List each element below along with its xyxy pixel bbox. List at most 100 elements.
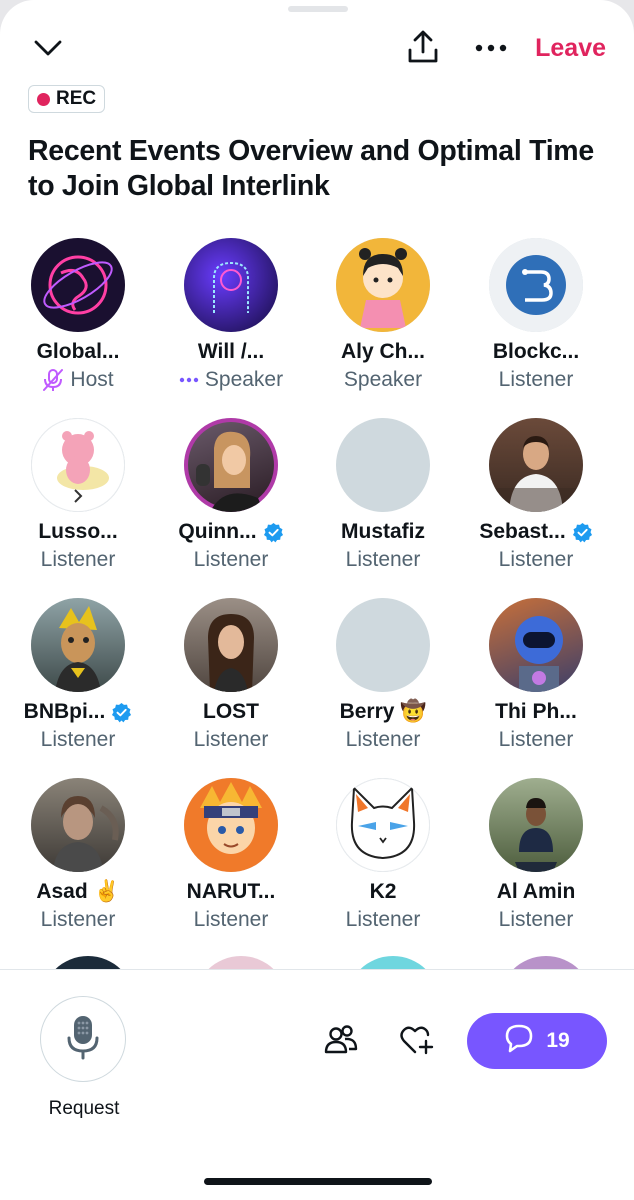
participant-role-row: Listener [307,546,459,574]
microphone-icon [65,1014,101,1065]
leave-button[interactable]: Leave [535,34,606,63]
recording-label: REC [56,88,97,109]
participant-card[interactable]: Thi Ph... Listener [460,598,612,754]
participant-card[interactable]: BNBpi... Listener [2,598,154,754]
participant-card[interactable]: Lusso... Listener [2,418,154,574]
avatar[interactable] [336,598,430,692]
home-indicator[interactable] [204,1178,432,1185]
avatar[interactable] [336,418,430,512]
request-button[interactable] [40,996,126,1082]
participant-name-row: BNBpi... [2,698,154,726]
participant-role-row: Listener [460,366,612,394]
participant-role-row: Listener [2,906,154,934]
avatar[interactable] [489,238,583,332]
chat-count: 19 [546,1029,570,1052]
participant-role: Listener [345,548,421,571]
avatar[interactable] [184,598,278,692]
participant-name: BNBpi... [23,700,106,723]
participant-name-row: Lusso... [2,518,154,546]
participant-name-row: Asad ✌️ [2,878,154,906]
participant-card[interactable]: Mustafiz Listener [307,418,459,574]
avatar[interactable] [489,598,583,692]
avatar[interactable] [336,238,430,332]
participant-role-row: Listener [2,546,154,574]
sheet-grabber[interactable] [288,6,348,12]
verified-badge-icon [263,522,283,542]
participant-name: Will /... [197,340,265,363]
share-icon[interactable] [404,28,442,66]
participant-name-row: Quinn... [155,518,307,546]
participant-name-row: Blockc... [460,338,612,366]
participant-card[interactable]: Al Amin Listener [460,778,612,934]
chat-bubble-icon [504,1023,534,1059]
participant-card[interactable]: Blockc... Listener [460,238,612,394]
participant-name: NARUT... [186,880,276,903]
speaking-dots-icon [179,377,199,383]
participant-role: Listener [498,548,574,571]
participant-name: Berry 🤠 [339,700,427,723]
participant-card[interactable]: Global... Host [2,238,154,394]
recording-dot-icon [37,92,50,106]
avatar[interactable] [31,598,125,692]
participant-name: Al Amin [496,880,576,903]
participant-name-row: Will /... [155,338,307,366]
participant-name-row: Al Amin [460,878,612,906]
participant-role: Listener [193,728,269,751]
participant-name-row: Sebast... [460,518,612,546]
participant-role-row: Listener [155,546,307,574]
participant-role-row: Speaker [307,366,459,394]
avatar[interactable] [489,418,583,512]
participant-card[interactable]: Will /... Speaker [155,238,307,394]
participant-card[interactable]: NARUT... Listener [155,778,307,934]
participant-role: Listener [40,908,116,931]
participant-name-row: Mustafiz [307,518,459,546]
participant-name: Mustafiz [341,520,425,543]
avatar[interactable] [31,778,125,872]
participant-role: Listener [498,728,574,751]
avatar[interactable] [184,238,278,332]
participant-card[interactable]: LOST Listener [155,598,307,754]
participant-card[interactable]: Aly Ch... Speaker [307,238,459,394]
participant-card[interactable]: K2 Listener [307,778,459,934]
participant-role: Listener [498,368,574,391]
participant-role: Host [70,368,114,391]
participant-role: Listener [40,728,116,751]
participant-name-row: Aly Ch... [307,338,459,366]
recording-badge: REC [28,85,106,113]
participant-role: Speaker [343,368,423,391]
participant-role-row: Listener [2,726,154,754]
participant-name-row: Global... [2,338,154,366]
people-icon[interactable] [323,1022,359,1058]
chevron-down-icon[interactable] [30,32,66,64]
participant-name: Global... [36,340,120,363]
participant-name: K2 [369,880,397,903]
participant-name: Aly Ch... [340,340,425,363]
participant-role-row: Listener [460,906,612,934]
avatar[interactable] [184,778,278,872]
participant-role: Speaker [204,368,284,391]
verified-badge-icon [112,702,132,722]
participant-role: Listener [345,728,421,751]
avatar[interactable] [489,778,583,872]
participant-card[interactable]: Asad ✌️ Listener [2,778,154,934]
participant-role-row: Speaker [155,366,307,394]
heart-plus-icon[interactable] [399,1022,435,1058]
participant-name: Thi Ph... [495,700,577,723]
participant-name: Blockc... [492,340,580,363]
participant-role: Listener [498,908,574,931]
participant-role-row: Listener [307,726,459,754]
participant-role-row: Listener [155,726,307,754]
avatar[interactable] [31,238,125,332]
divider [0,969,634,970]
participant-card[interactable]: Sebast... Listener [460,418,612,574]
participant-card[interactable]: Quinn... Listener [155,418,307,574]
avatar[interactable] [184,418,278,512]
participant-name: Quinn... [178,520,257,543]
more-icon[interactable] [472,36,510,60]
mic-muted-icon [43,369,64,391]
avatar[interactable] [336,778,430,872]
avatar[interactable] [31,418,125,512]
chat-button[interactable]: 19 [467,1013,607,1069]
participant-card[interactable]: Berry 🤠 Listener [307,598,459,754]
participant-name: Sebast... [479,520,566,543]
